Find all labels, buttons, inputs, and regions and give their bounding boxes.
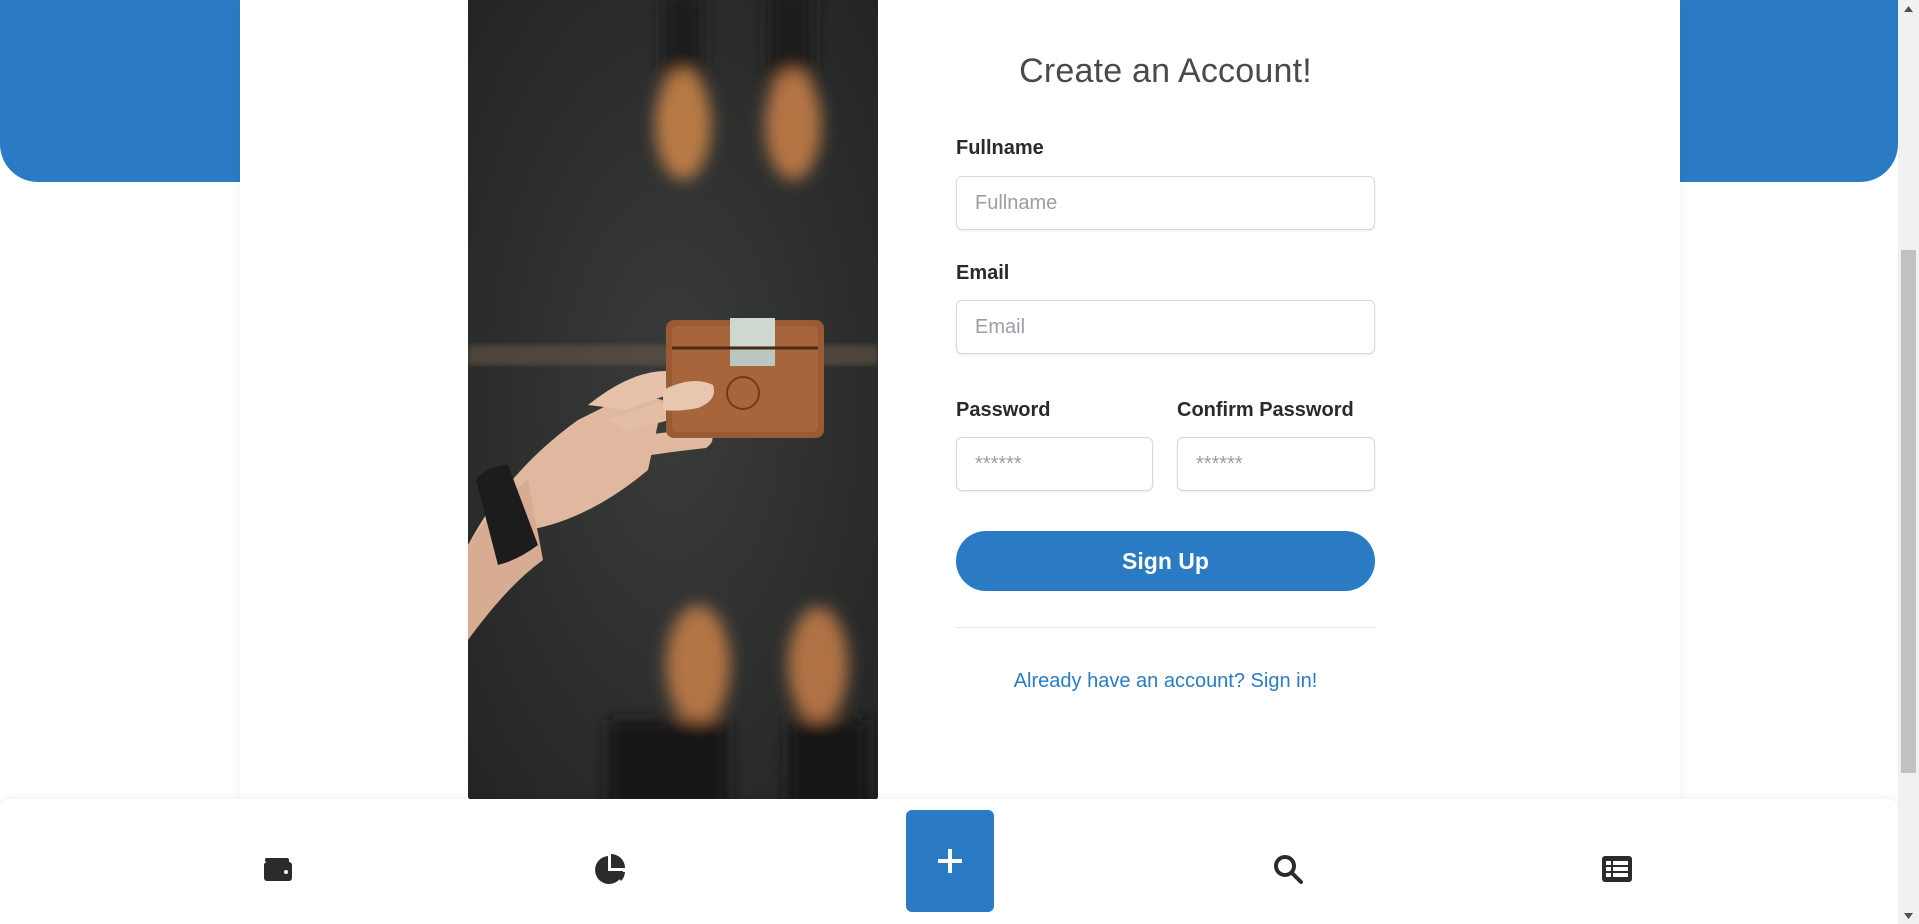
nav-add-button[interactable]	[906, 810, 994, 912]
nav-search[interactable]	[1268, 849, 1308, 889]
password-label: Password	[956, 399, 1051, 421]
sign-in-link[interactable]: Already have an account? Sign in!	[956, 670, 1375, 693]
sign-up-button[interactable]: Sign Up	[956, 531, 1375, 591]
plus-icon	[938, 849, 962, 873]
page: Create an Account! Fullname Email Passwo…	[0, 0, 1898, 924]
fullname-label: Fullname	[956, 137, 1044, 159]
hand-holding-wallet-photo	[468, 0, 878, 800]
hero-image	[468, 0, 878, 800]
fullname-input[interactable]	[956, 176, 1375, 230]
nav-reports[interactable]	[590, 849, 630, 889]
bottom-navigation	[0, 799, 1898, 924]
scroll-up-arrow[interactable]	[1898, 0, 1919, 17]
confirm-password-label: Confirm Password	[1177, 399, 1354, 421]
page-title: Create an Account!	[1019, 52, 1312, 90]
pie-chart-icon	[595, 854, 625, 884]
register-card: Create an Account! Fullname Email Passwo…	[240, 0, 1680, 800]
wallet-icon	[264, 858, 292, 881]
confirm-password-input[interactable]	[1177, 437, 1375, 491]
email-input[interactable]	[956, 300, 1375, 354]
scroll-thumb[interactable]	[1901, 250, 1916, 773]
password-input[interactable]	[956, 437, 1153, 491]
scroll-down-arrow[interactable]	[1898, 907, 1919, 924]
divider	[956, 627, 1375, 628]
triangle-up-icon	[1904, 5, 1913, 12]
email-label: Email	[956, 262, 1010, 284]
nav-wallet[interactable]	[258, 849, 298, 889]
list-icon	[1602, 856, 1632, 882]
triangle-down-icon	[1904, 912, 1913, 919]
vertical-scrollbar[interactable]	[1898, 0, 1919, 924]
search-icon	[1274, 855, 1303, 884]
nav-list[interactable]	[1597, 849, 1637, 889]
